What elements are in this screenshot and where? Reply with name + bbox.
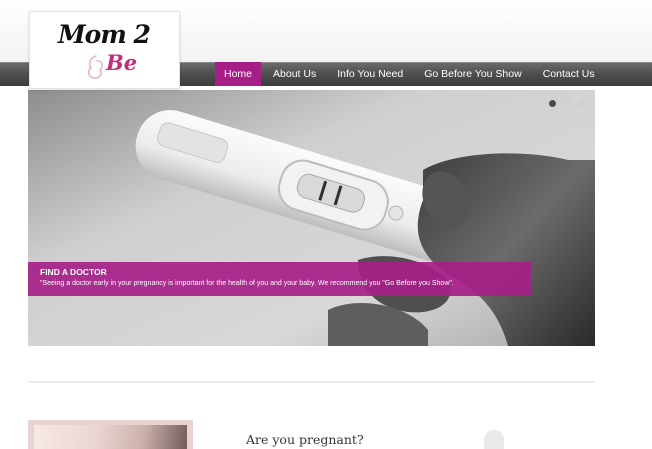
slide-caption: FIND A DOCTOR "Seeing a doctor early in … xyxy=(28,262,531,296)
pregnancy-test-photo xyxy=(28,90,595,346)
nav-item-info-you-need[interactable]: Info You Need xyxy=(328,62,412,86)
page: Mom 2 Be Home About Us Info You Need Go … xyxy=(0,0,652,449)
site-logo[interactable]: Mom 2 Be xyxy=(29,11,180,89)
nav-item-about-us[interactable]: About Us xyxy=(264,62,325,86)
nav-item-contact-us[interactable]: Contact Us xyxy=(534,62,604,86)
slider-pagination xyxy=(549,100,586,107)
decorative-silhouette xyxy=(484,430,504,449)
caption-text: "Seeing a doctor early in your pregnancy… xyxy=(40,280,454,287)
slider-dot-3[interactable] xyxy=(579,100,586,107)
slider-dot-2[interactable] xyxy=(564,100,571,107)
nav-item-go-before-you-show[interactable]: Go Before You Show xyxy=(415,62,531,86)
slider-dot-1[interactable] xyxy=(549,100,556,107)
main-nav: Home About Us Info You Need Go Before Yo… xyxy=(215,62,604,86)
logo-text-mom2: Mom 2 xyxy=(58,20,151,49)
pregnant-silhouette-icon xyxy=(87,55,103,79)
thumbnail-image xyxy=(34,425,187,449)
nav-item-home[interactable]: Home xyxy=(215,62,262,86)
logo-text-be: Be xyxy=(106,50,138,75)
section-divider xyxy=(28,381,595,383)
hero-slider[interactable] xyxy=(28,90,595,346)
pregnant-photo-thumbnail[interactable] xyxy=(28,420,193,449)
section-heading: Are you pregnant? xyxy=(246,432,364,447)
caption-title: FIND A DOCTOR xyxy=(40,267,107,277)
